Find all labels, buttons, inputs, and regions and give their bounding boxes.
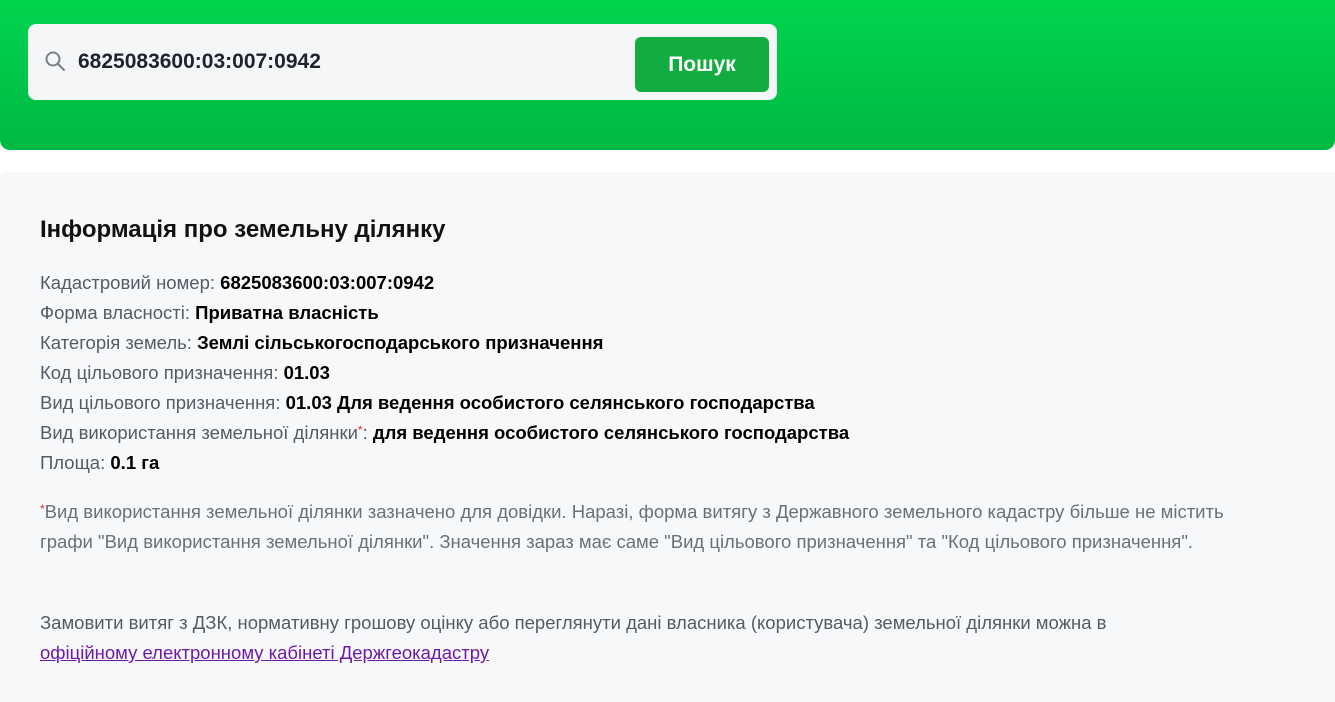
land-use-note: *Вид використання земельної ділянки зазн… — [40, 497, 1270, 557]
info-label-colon: : — [362, 422, 368, 443]
info-row-land-use: Вид використання земельної ділянки*: для… — [40, 418, 849, 448]
search-button[interactable]: Пошук — [635, 37, 769, 92]
info-row-purpose-type: Вид цільового призначення: 01.03 Для вед… — [40, 388, 849, 418]
info-row-purpose-code: Код цільового призначення: 01.03 — [40, 358, 849, 388]
note-asterisk: * — [40, 502, 45, 516]
search-input[interactable] — [78, 46, 618, 78]
search-icon — [45, 51, 65, 71]
info-value: 0.1 га — [110, 452, 160, 473]
header-banner: Пошук — [0, 0, 1335, 150]
info-value: 6825083600:03:007:0942 — [220, 272, 435, 293]
info-label: Форма власності: — [40, 302, 191, 323]
search-bar: Пошук — [28, 24, 777, 100]
note-text: Вид використання земельної ділянки зазна… — [40, 501, 1224, 552]
info-label: Категорія земель: — [40, 332, 192, 353]
info-label: Вид цільового призначення: — [40, 392, 281, 413]
info-label: Площа: — [40, 452, 106, 473]
info-list: Кадастровий номер: 6825083600:03:007:094… — [40, 268, 849, 478]
order-text: Замовити витяг з ДЗК, нормативну грошову… — [40, 612, 1107, 633]
cabinet-link[interactable]: офіційному електронному кабінеті Держгео… — [40, 642, 489, 663]
info-row-area: Площа: 0.1 га — [40, 448, 849, 478]
info-value: для ведення особистого селянського госпо… — [372, 422, 850, 443]
info-label-text: Вид використання земельної ділянки — [40, 422, 358, 443]
info-label: Код цільового призначення: — [40, 362, 279, 383]
info-value: Землі сільськогосподарського призначення — [197, 332, 604, 353]
required-asterisk: * — [357, 423, 363, 437]
land-info-panel: Інформація про земельну ділянку Кадастро… — [0, 172, 1335, 702]
info-value: 01.03 — [283, 362, 330, 383]
info-title: Інформація про земельну ділянку — [40, 216, 446, 243]
info-row-land-category: Категорія земель: Землі сільськогосподар… — [40, 328, 849, 358]
info-label: Кадастровий номер: — [40, 272, 216, 293]
info-row-cadastral-number: Кадастровий номер: 6825083600:03:007:094… — [40, 268, 849, 298]
info-label: Вид використання земельної ділянки*: — [40, 422, 368, 443]
info-row-ownership: Форма власності: Приватна власність — [40, 298, 849, 328]
info-value: Приватна власність — [195, 302, 379, 323]
info-value: 01.03 Для ведення особистого селянського… — [285, 392, 815, 413]
order-extract-text: Замовити витяг з ДЗК, нормативну грошову… — [40, 608, 1270, 668]
